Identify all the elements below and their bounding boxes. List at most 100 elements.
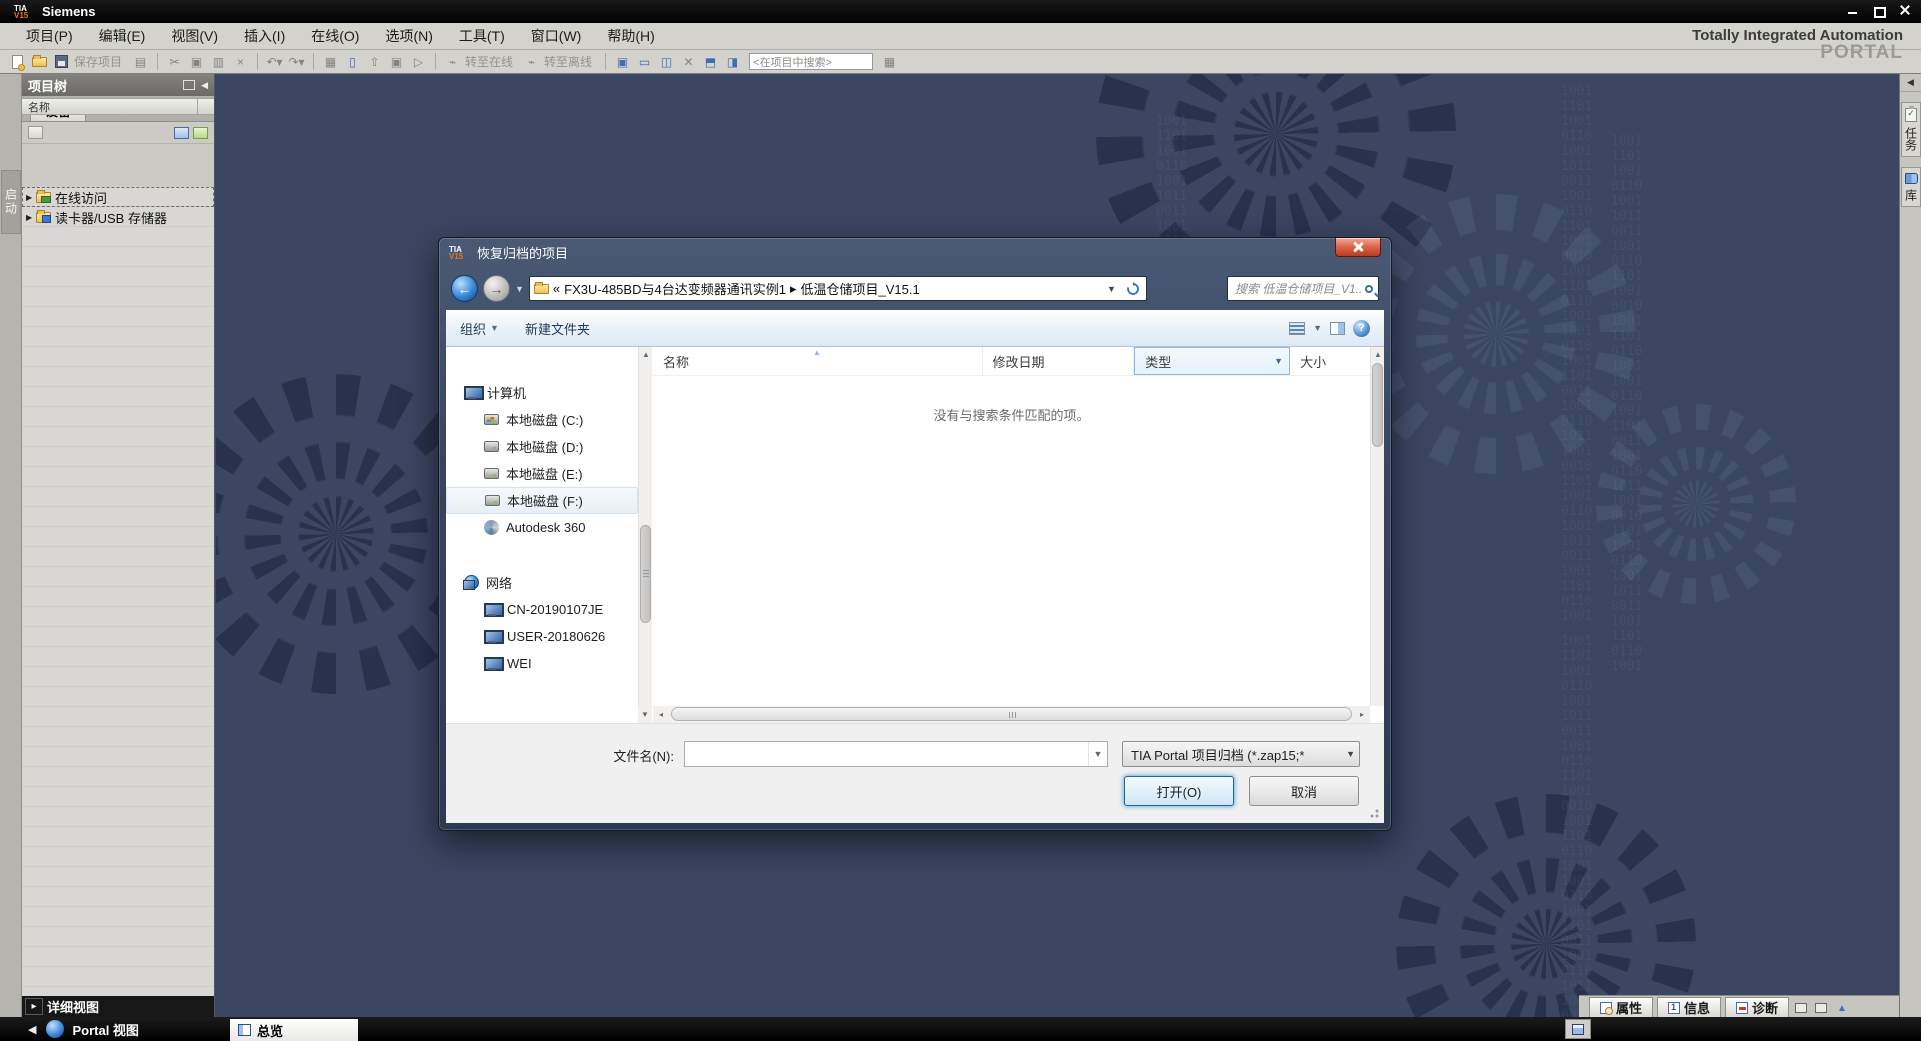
menu-insert[interactable]: 插入(I) bbox=[232, 23, 297, 49]
address-dropdown-icon[interactable] bbox=[1103, 284, 1120, 294]
details-expand-icon[interactable] bbox=[25, 998, 43, 1015]
go-offline-label[interactable]: 转至离线 bbox=[544, 53, 592, 70]
menu-options[interactable]: 选项(N) bbox=[373, 23, 444, 49]
start-simulation-icon[interactable]: ▷ bbox=[409, 52, 428, 71]
preview-pane-icon[interactable] bbox=[1330, 322, 1345, 335]
close-icon[interactable] bbox=[1897, 3, 1913, 17]
upload-icon[interactable]: ⇧ bbox=[365, 52, 384, 71]
scroll-right-icon[interactable] bbox=[1354, 706, 1370, 723]
menu-view[interactable]: 视图(V) bbox=[159, 23, 230, 49]
device-icon[interactable]: ▣ bbox=[387, 52, 406, 71]
content-scrollbar-thumb[interactable] bbox=[1372, 363, 1383, 447]
dialog-close-button[interactable] bbox=[1335, 238, 1381, 257]
minimize-icon[interactable] bbox=[1845, 3, 1861, 17]
delete-icon[interactable]: × bbox=[231, 52, 250, 71]
refresh-icon[interactable] bbox=[1124, 280, 1142, 298]
save-project-label[interactable]: 保存项目 bbox=[74, 53, 122, 70]
scroll-up-icon[interactable] bbox=[1371, 347, 1384, 361]
menu-online[interactable]: 在线(O) bbox=[299, 23, 371, 49]
dock-window-icon[interactable] bbox=[1815, 1003, 1827, 1013]
organize-button[interactable]: 组织 bbox=[460, 319, 499, 338]
expand-icon[interactable] bbox=[26, 213, 36, 222]
new-folder-button[interactable]: 新建文件夹 bbox=[525, 319, 590, 338]
nav-item-computer[interactable]: 计算机 bbox=[446, 379, 638, 406]
menu-edit[interactable]: 编辑(E) bbox=[87, 23, 158, 49]
diagnostics-icon[interactable]: ▣ bbox=[613, 52, 632, 71]
menu-window[interactable]: 窗口(W) bbox=[519, 23, 594, 49]
overview-task-button[interactable]: 总览 bbox=[230, 1019, 358, 1041]
download-icon[interactable]: ▯ bbox=[343, 52, 362, 71]
portal-orb-icon[interactable] bbox=[46, 1020, 64, 1038]
nav-item-network[interactable]: 网络 bbox=[446, 569, 638, 596]
help-icon[interactable]: ? bbox=[1353, 320, 1370, 337]
cut-icon[interactable]: ✂ bbox=[165, 52, 184, 71]
recent-pages-icon[interactable] bbox=[515, 284, 524, 294]
go-online-icon[interactable]: ⌁ bbox=[443, 52, 462, 71]
new-project-icon[interactable] bbox=[8, 52, 27, 71]
tasks-vertical-tab[interactable]: 任务 bbox=[1901, 102, 1921, 157]
nav-item-disk-c[interactable]: 本地磁盘 (C:) bbox=[446, 406, 638, 433]
project-search-input[interactable] bbox=[749, 53, 873, 70]
search-in-project-icon[interactable]: ▦ bbox=[880, 52, 899, 71]
save-project-icon[interactable] bbox=[52, 52, 71, 71]
portal-view-button[interactable]: Portal 视图 bbox=[72, 1020, 138, 1039]
file-name-input[interactable] bbox=[685, 747, 1088, 762]
column-size[interactable]: 大小 bbox=[1290, 347, 1370, 375]
tab-properties[interactable]: 属性 bbox=[1589, 997, 1653, 1017]
menu-project[interactable]: 项目(P) bbox=[14, 23, 85, 49]
scroll-up-icon[interactable] bbox=[639, 347, 653, 361]
breadcrumb[interactable]: « FX3U-485BD与4台达变频器通讯实例1 ▸ 低温仓储项目_V15.1 bbox=[529, 276, 1147, 301]
split-editor-v-icon[interactable]: ◨ bbox=[723, 52, 742, 71]
restore-icon[interactable] bbox=[1871, 3, 1887, 17]
float-window-icon[interactable] bbox=[1795, 1003, 1807, 1013]
breadcrumb-segment[interactable]: 低温仓储项目_V15.1 bbox=[800, 279, 919, 298]
window-split-vertical-icon[interactable]: ◫ bbox=[657, 52, 676, 71]
nav-scrollbar-thumb[interactable] bbox=[640, 525, 651, 623]
menu-help[interactable]: 帮助(H) bbox=[595, 23, 666, 49]
horizontal-scrollbar-thumb[interactable] bbox=[671, 707, 1352, 721]
paste-icon[interactable]: ▥ bbox=[209, 52, 228, 71]
forward-button[interactable]: → bbox=[483, 275, 510, 302]
start-vertical-tab[interactable]: 启动 bbox=[1, 170, 21, 234]
file-type-combo[interactable]: TIA Portal 项目归档 (*.zap15;* bbox=[1122, 741, 1360, 767]
content-vertical-scrollbar[interactable] bbox=[1370, 347, 1384, 706]
libraries-vertical-tab[interactable]: 库 bbox=[1901, 167, 1921, 207]
nav-scroll-down-icon[interactable] bbox=[638, 706, 652, 723]
go-offline-icon[interactable]: ⌁ bbox=[522, 52, 541, 71]
nav-item-autodesk-360[interactable]: Autodesk 360 bbox=[446, 514, 638, 541]
copy-icon[interactable]: ▣ bbox=[187, 52, 206, 71]
cancel-button[interactable]: 取消 bbox=[1249, 776, 1359, 806]
search-box[interactable] bbox=[1227, 276, 1379, 301]
details-view-bar[interactable]: 详细视图 bbox=[22, 996, 214, 1017]
tab-info[interactable]: 信息 bbox=[1657, 997, 1721, 1017]
nav-item-network-pc[interactable]: WEI bbox=[446, 650, 638, 677]
nav-scrollbar[interactable] bbox=[638, 347, 652, 706]
open-project-icon[interactable] bbox=[30, 52, 49, 71]
go-online-label[interactable]: 转至在线 bbox=[465, 53, 513, 70]
split-editor-h-icon[interactable]: ⬒ bbox=[701, 52, 720, 71]
scroll-left-icon[interactable] bbox=[653, 706, 669, 723]
nav-item-disk-f[interactable]: 本地磁盘 (F:) bbox=[446, 487, 638, 514]
tree-item-card-reader[interactable]: 读卡器/USB 存储器 bbox=[22, 207, 214, 227]
compile-icon[interactable]: ▦ bbox=[321, 52, 340, 71]
search-icon[interactable] bbox=[1365, 285, 1373, 293]
change-view-icon[interactable] bbox=[1289, 322, 1305, 335]
file-name-combo[interactable] bbox=[684, 741, 1108, 767]
nav-item-disk-e[interactable]: 本地磁盘 (E:) bbox=[446, 460, 638, 487]
collapse-right-panel-icon[interactable] bbox=[1900, 74, 1921, 92]
tree-item-online-access[interactable]: 在线访问 bbox=[22, 187, 214, 207]
tab-diagnostics[interactable]: 诊断 bbox=[1725, 997, 1789, 1017]
nav-item-disk-d[interactable]: 本地磁盘 (D:) bbox=[446, 433, 638, 460]
change-view-dropdown-icon[interactable] bbox=[1313, 323, 1322, 333]
breadcrumb-segment[interactable]: FX3U-485BD与4台达变频器通讯实例1 bbox=[564, 279, 786, 298]
resize-grip[interactable] bbox=[1367, 806, 1380, 819]
column-type[interactable]: 类型 bbox=[1134, 347, 1290, 375]
expand-icon[interactable] bbox=[26, 193, 36, 202]
nav-item-network-pc[interactable]: CN-20190107JE bbox=[446, 596, 638, 623]
tree-name-column-header[interactable]: 名称 bbox=[22, 98, 214, 115]
print-icon[interactable]: ▤ bbox=[131, 52, 150, 71]
back-button[interactable]: ← bbox=[451, 275, 478, 302]
file-name-dropdown-icon[interactable] bbox=[1088, 742, 1107, 766]
search-input[interactable] bbox=[1233, 281, 1365, 297]
column-date-modified[interactable]: 修改日期 bbox=[983, 347, 1135, 375]
